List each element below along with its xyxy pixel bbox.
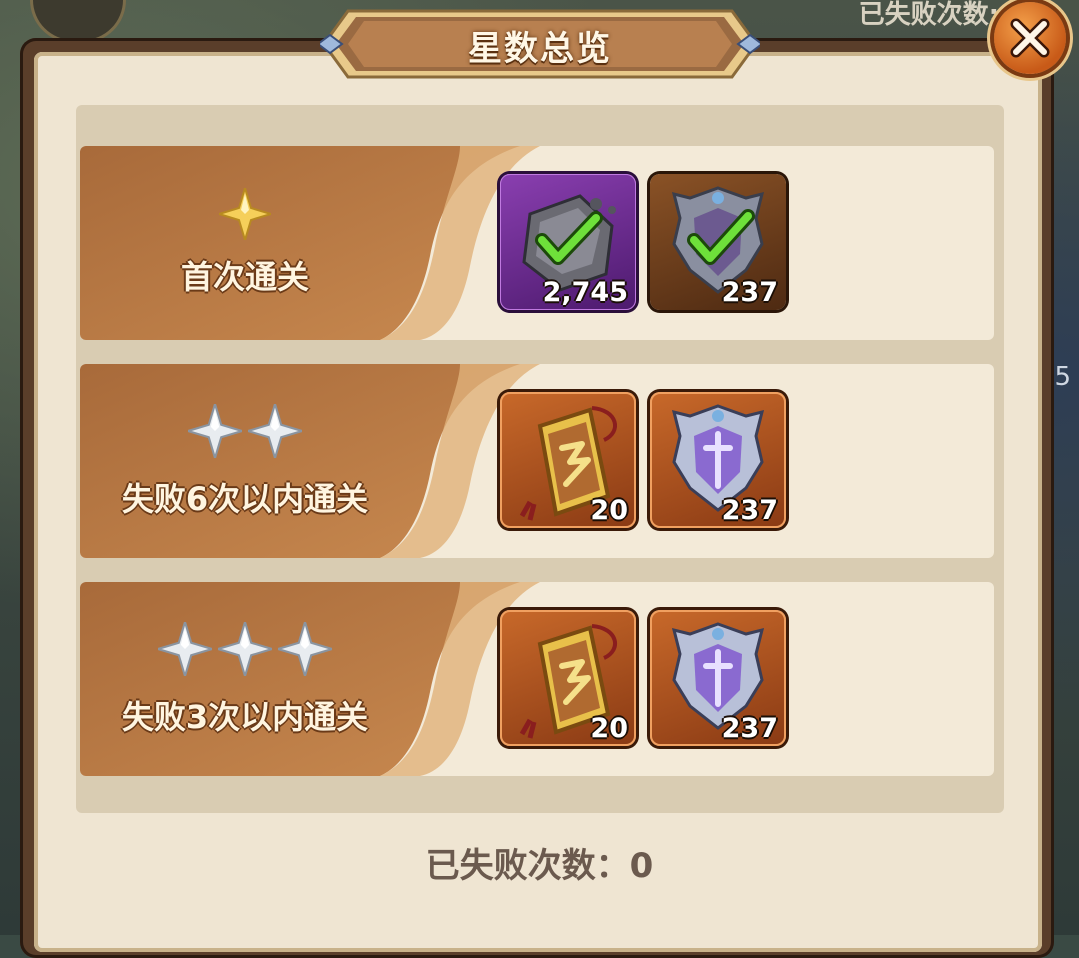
silver-star-icon (158, 622, 212, 676)
close-x-icon (1010, 18, 1050, 58)
reward-item-scroll[interactable]: 20 (500, 610, 636, 746)
background-number: 5 (1054, 362, 1071, 392)
reward-item-scroll[interactable]: 20 (500, 392, 636, 528)
silver-star-icon (188, 404, 242, 458)
tier-row-1: 首次通关 2,745 237 (80, 146, 994, 340)
reward-quantity: 20 (590, 713, 628, 744)
dialog-title: 星数总览 (468, 29, 612, 69)
tier-label: 失败3次以内通关 (121, 698, 369, 736)
title-banner: 星数总览 (320, 5, 760, 83)
silver-star-icon (218, 622, 272, 676)
reward-item-rock[interactable]: 2,745 (500, 174, 636, 310)
tier-label: 失败6次以内通关 (121, 480, 369, 518)
reward-quantity: 237 (721, 495, 778, 526)
silver-star-icon (278, 622, 332, 676)
tier-row-3: 失败3次以内通关 20 237 (80, 582, 994, 776)
reward-item-emblem[interactable]: 237 (650, 174, 786, 310)
reward-quantity: 20 (590, 495, 628, 526)
tier-label-background (80, 582, 540, 776)
reward-item-emblem[interactable]: 237 (650, 610, 786, 746)
reward-quantity: 237 (721, 277, 778, 308)
tier-label: 首次通关 (180, 258, 309, 296)
tier-stars (80, 622, 410, 676)
tier-stars (80, 404, 410, 458)
tier-label-background (80, 146, 540, 340)
gold-star-icon (219, 188, 271, 240)
reward-item-emblem[interactable]: 237 (650, 392, 786, 528)
reward-quantity: 2,745 (542, 277, 628, 308)
background-fail-count-label: 已失败次数: (858, 0, 999, 30)
reward-quantity: 237 (721, 713, 778, 744)
tier-row-2: 失败6次以内通关 20 237 (80, 364, 994, 558)
tier-label-background (80, 364, 540, 558)
silver-star-icon (248, 404, 302, 458)
tier-stars (80, 188, 410, 240)
fail-count-text: 已失败次数：0 (425, 846, 654, 886)
close-button[interactable] (994, 2, 1066, 74)
